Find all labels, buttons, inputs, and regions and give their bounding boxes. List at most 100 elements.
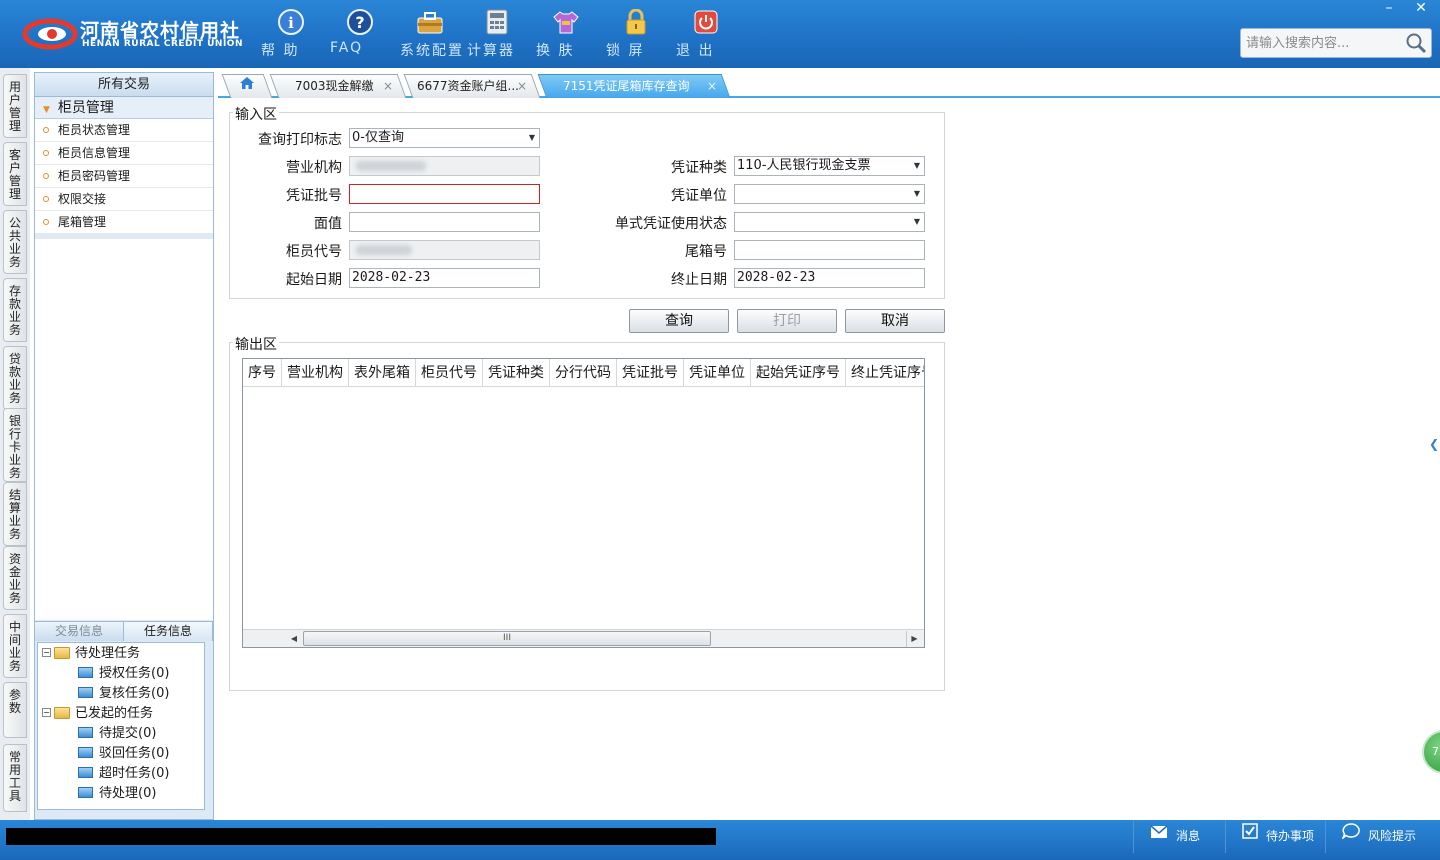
panel-collapse-icon[interactable]: ❮ xyxy=(1428,420,1440,468)
result-grid[interactable]: 序号 营业机构 表外尾箱 柜员代号 凭证种类 分行代码 凭证批号 凭证单位 起始… xyxy=(242,358,925,648)
close-window-button[interactable]: ✕ xyxy=(1406,0,1436,18)
logo-emblem-icon xyxy=(22,18,78,50)
help-button[interactable]: i 帮 助 xyxy=(261,8,321,62)
system-config-button[interactable]: 系统配置 xyxy=(400,8,462,62)
tab-close-icon[interactable]: × xyxy=(517,75,527,97)
grid-col-teller-code[interactable]: 柜员代号 xyxy=(416,359,483,386)
todo-button[interactable]: 待办事项 xyxy=(1225,820,1325,853)
calculator-label: 计算器 xyxy=(467,43,515,59)
tab-6677-fund-account[interactable]: 6677资金账户组... × xyxy=(403,74,541,98)
tab-label: 7151凭证尾箱库存查询 xyxy=(563,79,690,93)
collapse-box-icon[interactable]: − xyxy=(42,648,51,657)
grid-col-offbook-tailbox[interactable]: 表外尾箱 xyxy=(349,359,416,386)
query-print-flag-select[interactable]: 0-仅查询 ▼ xyxy=(349,128,540,148)
tree-node-review-tasks[interactable]: 复核任务(0) xyxy=(78,684,169,704)
tree-node-authorize-tasks[interactable]: 授权任务(0) xyxy=(78,664,169,684)
tree-node-to-process[interactable]: 待处理(0) xyxy=(78,784,156,804)
vtab-user-management[interactable]: 用户管理 xyxy=(3,74,27,138)
tab-7003-cash-remit[interactable]: 7003现金解缴 × xyxy=(269,74,407,98)
vtab-common-tools[interactable]: 常用工具 xyxy=(3,744,27,812)
change-skin-button[interactable]: 换 肤 xyxy=(536,8,596,62)
single-voucher-status-select[interactable]: ▼ xyxy=(734,212,925,232)
voucher-type-select[interactable]: 110-人民银行现金支票 ▼ xyxy=(734,156,925,176)
tab-close-icon[interactable]: × xyxy=(707,75,717,97)
grid-col-voucher-batch[interactable]: 凭证批号 xyxy=(617,359,684,386)
grid-col-branch[interactable]: 营业机构 xyxy=(282,359,349,386)
grid-col-voucher-type[interactable]: 凭证种类 xyxy=(483,359,550,386)
tab-7151-voucher-tailbox-query[interactable]: 7151凭证尾箱库存查询 × xyxy=(537,74,731,98)
cancel-button[interactable]: 取消 xyxy=(845,309,945,333)
tree-node-pending-tasks[interactable]: − 待处理任务 xyxy=(42,644,140,664)
tree-node-timeout[interactable]: 超时任务(0) xyxy=(78,764,169,784)
floating-badge[interactable]: 73 xyxy=(1422,730,1440,774)
tree-node-to-submit[interactable]: 待提交(0) xyxy=(78,724,156,744)
tree-node-initiated-tasks[interactable]: − 已发起的任务 xyxy=(42,704,153,724)
calculator-button[interactable]: 计算器 xyxy=(467,8,527,62)
scroll-left-icon[interactable]: ◀ xyxy=(286,631,302,647)
tree-node-label: 待处理(0) xyxy=(99,786,157,801)
folder-icon xyxy=(54,706,70,719)
grid-col-end-serial[interactable]: 终止凭证序号 xyxy=(846,359,924,386)
tab-label: 7003现金解缴 xyxy=(295,79,374,93)
tree-node-label: 待提交(0) xyxy=(99,726,157,741)
vtab-deposit-business[interactable]: 存款业务 xyxy=(3,278,27,342)
grid-col-seq[interactable]: 序号 xyxy=(243,359,282,386)
search-icon[interactable] xyxy=(1405,32,1427,58)
search-box xyxy=(1240,28,1432,58)
voucher-batch-label: 凭证批号 xyxy=(286,188,342,204)
lock-screen-button[interactable]: 锁 屏 xyxy=(606,8,666,62)
vertical-nav: 用户管理 客户管理 公共业务 存款业务 贷款业务 银行卡业务 结算业务 资金业务… xyxy=(0,68,30,820)
end-date-field[interactable]: 2028-02-23 xyxy=(734,268,925,288)
task-leaf-icon xyxy=(78,747,93,758)
exit-label: 退 出 xyxy=(676,43,715,59)
vtab-fund-business[interactable]: 资金业务 xyxy=(3,546,27,610)
grid-horizontal-scrollbar[interactable]: ◀ III ▶ xyxy=(243,629,924,647)
faq-button[interactable]: ? FAQ xyxy=(330,8,390,62)
tree-node-label: 驳回任务(0) xyxy=(99,746,170,761)
vtab-loan-business[interactable]: 贷款业务 xyxy=(3,346,27,410)
voucher-unit-select[interactable]: ▼ xyxy=(734,184,925,204)
sidebar-item-teller-password[interactable]: 柜员密码管理 xyxy=(35,165,213,188)
face-value-field[interactable] xyxy=(349,212,540,232)
tab-home[interactable] xyxy=(221,74,273,98)
scroll-thumb[interactable]: III xyxy=(303,631,711,646)
voucher-type-label: 凭证种类 xyxy=(671,160,727,176)
vtab-public-business[interactable]: 公共业务 xyxy=(3,210,27,274)
start-date-label: 起始日期 xyxy=(286,272,342,288)
sidebar-item-permission-handover[interactable]: 权限交接 xyxy=(35,188,213,211)
dropdown-arrow-icon: ▼ xyxy=(913,217,920,226)
vtab-bank-card-business[interactable]: 银行卡业务 xyxy=(3,408,27,482)
start-date-field[interactable]: 2028-02-23 xyxy=(349,268,540,288)
query-button[interactable]: 查询 xyxy=(629,309,729,333)
sidebar-item-label: 柜员密码管理 xyxy=(58,169,131,183)
tailbox-number-field[interactable] xyxy=(734,240,925,260)
vtab-intermediate-business[interactable]: 中间业务 xyxy=(3,614,27,678)
risk-alert-button[interactable]: 风险提示 xyxy=(1325,820,1440,853)
print-button[interactable]: 打印 xyxy=(737,309,837,333)
search-input[interactable] xyxy=(1241,29,1401,57)
status-message-area xyxy=(6,828,716,845)
vtab-parameters[interactable]: 参数 xyxy=(3,682,27,738)
minimize-button[interactable]: – xyxy=(1374,0,1404,18)
tree-node-rejected[interactable]: 驳回任务(0) xyxy=(78,744,169,764)
scroll-right-icon[interactable]: ▶ xyxy=(906,631,922,647)
sidebar-item-teller-info[interactable]: 柜员信息管理 xyxy=(35,142,213,165)
voucher-batch-field[interactable] xyxy=(349,184,540,204)
bullet-icon xyxy=(43,126,49,133)
collapse-box-icon[interactable]: − xyxy=(42,708,51,717)
vtab-customer-management[interactable]: 客户管理 xyxy=(3,142,27,206)
grid-col-start-serial[interactable]: 起始凭证序号 xyxy=(751,359,846,386)
messages-button[interactable]: 消息 xyxy=(1133,820,1225,853)
grid-col-branch-code[interactable]: 分行代码 xyxy=(550,359,617,386)
grid-col-voucher-unit[interactable]: 凭证单位 xyxy=(684,359,751,386)
sidebar-item-tailbox-management[interactable]: 尾箱管理 xyxy=(35,211,213,234)
sidebar-item-label: 权限交接 xyxy=(58,192,107,206)
sidebar-group-teller-management[interactable]: ▼ 柜员管理 xyxy=(35,97,213,119)
tab-task-info[interactable]: 任务信息 xyxy=(124,622,213,641)
vtab-settlement-business[interactable]: 结算业务 xyxy=(3,482,27,546)
svg-text:i: i xyxy=(288,14,294,32)
tab-trade-info[interactable]: 交易信息 xyxy=(35,622,124,641)
sidebar-item-teller-status[interactable]: 柜员状态管理 xyxy=(35,119,213,142)
exit-button[interactable]: 退 出 xyxy=(676,8,736,62)
tab-close-icon[interactable]: × xyxy=(383,75,393,97)
